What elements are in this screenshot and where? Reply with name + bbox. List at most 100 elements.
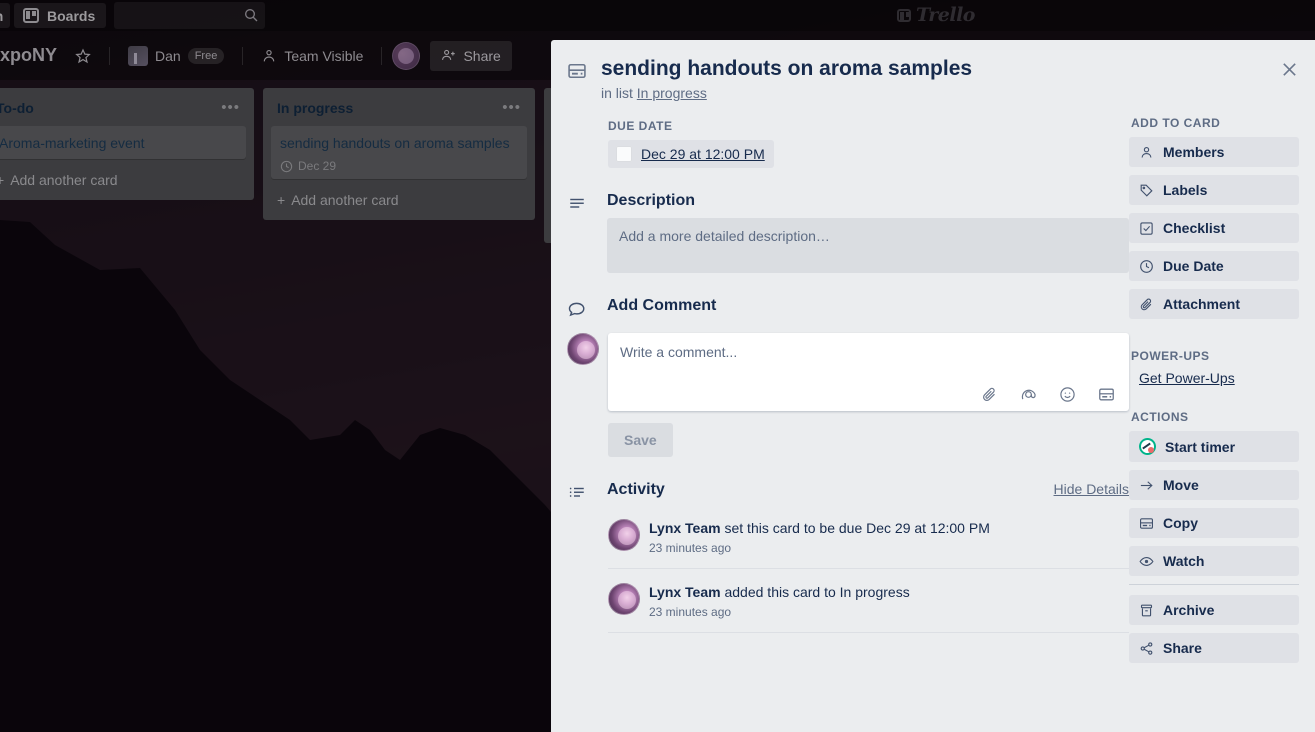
due-date-checkbox[interactable] [616, 146, 632, 162]
team-button[interactable]: Dan Free [120, 41, 232, 71]
get-powerups-link[interactable]: Get Power-Ups [1129, 370, 1235, 386]
card-detail-sidebar: ADD TO CARD Members Labels Checklist Due… [1129, 101, 1299, 671]
comment-composer: Write a comment... [567, 333, 1129, 411]
plus-icon: + [0, 172, 5, 188]
add-comment-section: Add Comment [567, 297, 1129, 323]
in-list-link[interactable]: In progress [637, 85, 707, 101]
trello-logo[interactable]: Trello [897, 4, 975, 26]
list-item[interactable]: Aroma-marketing event [0, 126, 246, 159]
avatar [567, 333, 599, 365]
emoji-icon[interactable] [1059, 386, 1076, 403]
list-title[interactable]: To-do [0, 100, 34, 116]
list-header: In progress ••• [271, 96, 527, 126]
sidebar-item-checklist[interactable]: Checklist [1129, 213, 1299, 243]
sidebar-item-attachment[interactable]: Attachment [1129, 289, 1299, 319]
boards-label: Boards [47, 7, 96, 24]
clock-icon [1140, 259, 1153, 273]
comment-toolbar [620, 386, 1117, 403]
sidebar-item-label: Move [1163, 477, 1199, 493]
share-label: Share [463, 47, 501, 64]
due-date-badge: Dec 29 [280, 159, 518, 173]
home-button[interactable]: n [0, 3, 10, 28]
member-icon [1141, 146, 1152, 158]
header-divider [109, 46, 111, 65]
card-icon [568, 63, 586, 79]
sidebar-item-share[interactable]: Share [1129, 633, 1299, 663]
activity-body: added this card to In progress [720, 584, 910, 600]
activity-timestamp: 23 minutes ago [649, 541, 732, 555]
list-title[interactable]: In progress [277, 100, 353, 116]
card-detail-panel: sending handouts on aroma samples in lis… [551, 40, 1315, 732]
add-card-button[interactable]: + Add another card [271, 187, 527, 212]
description-section: Description Add a more detailed descript… [567, 192, 1129, 273]
board-title[interactable]: ExpoNY [0, 45, 57, 66]
save-button[interactable]: Save [608, 423, 673, 457]
eye-icon [1139, 556, 1154, 566]
sidebar-item-label: Members [1163, 144, 1225, 160]
close-icon [1282, 62, 1296, 76]
sidebar-item-labels[interactable]: Labels [1129, 175, 1299, 205]
card-template-icon[interactable] [1098, 386, 1115, 403]
sidebar-item-watch[interactable]: Watch [1129, 546, 1299, 576]
activity-author[interactable]: Lynx Team [649, 584, 721, 600]
sidebar-item-members[interactable]: Members [1129, 137, 1299, 167]
share-button[interactable]: Share [430, 40, 512, 71]
ellipsis-icon[interactable]: ••• [502, 100, 521, 115]
label-tag-icon [1140, 184, 1153, 197]
trello-mark-icon [897, 8, 911, 22]
team-visible-icon [264, 49, 275, 61]
add-comment-title: Add Comment [607, 297, 717, 314]
due-date-text: Dec 29 [298, 159, 337, 173]
activity-text: Lynx Team added this card to In progress [649, 583, 910, 601]
avatar[interactable] [392, 41, 421, 70]
ellipsis-icon[interactable]: ••• [221, 100, 240, 115]
sidebar-item-label: Copy [1163, 515, 1198, 531]
header-divider [381, 46, 383, 65]
hide-details-button[interactable]: Hide Details [1054, 481, 1129, 497]
add-card-label: Add another card [291, 192, 399, 208]
plan-badge: Free [187, 47, 225, 64]
comment-input[interactable]: Write a comment... [608, 333, 1129, 411]
share-nodes-icon [1140, 641, 1153, 655]
card-icon [1140, 517, 1153, 529]
description-lines-icon [567, 195, 593, 273]
visibility-button[interactable]: Team Visible [253, 43, 371, 69]
sidebar-item-label: Checklist [1163, 220, 1226, 236]
visibility-label: Team Visible [284, 47, 364, 64]
page-title[interactable]: sending handouts on aroma samples [601, 56, 972, 81]
due-date-label: DUE DATE [608, 119, 673, 133]
list-item: Lynx Team added this card to In progress… [608, 569, 1129, 633]
search-box[interactable] [114, 2, 266, 29]
list-todo: To-do ••• Aroma-marketing event + Add an… [0, 88, 254, 200]
due-date-value[interactable]: Dec 29 at 12:00 PM [641, 146, 765, 162]
powerups-label: POWER-UPS [1131, 349, 1210, 363]
sidebar-item-archive[interactable]: Archive [1129, 595, 1299, 625]
activity-author[interactable]: Lynx Team [649, 520, 721, 536]
close-button[interactable] [1273, 53, 1305, 85]
sidebar-item-label: Archive [1163, 602, 1215, 618]
boards-button[interactable]: Boards [14, 3, 107, 28]
sidebar-item-due-date[interactable]: Due Date [1129, 251, 1299, 281]
sidebar-item-move[interactable]: Move [1129, 470, 1299, 500]
avatar [608, 519, 640, 551]
sidebar-item-copy[interactable]: Copy [1129, 508, 1299, 538]
due-date-pill[interactable]: Dec 29 at 12:00 PM [608, 140, 774, 168]
sidebar-item-label: Due Date [1163, 258, 1224, 274]
activity-body: set this card to be due Dec 29 at 12:00 … [720, 520, 990, 536]
archive-box-icon [1140, 604, 1153, 616]
share-person-icon [442, 49, 456, 60]
actions-label: ACTIONS [1131, 410, 1189, 424]
list-item[interactable]: sending handouts on aroma samples Dec 29 [271, 126, 527, 179]
paperclip-icon[interactable] [981, 386, 998, 403]
activity-timestamp: 23 minutes ago [649, 605, 732, 619]
description-input[interactable]: Add a more detailed description… [607, 218, 1129, 273]
sidebar-item-start-timer[interactable]: Start timer [1129, 431, 1299, 462]
add-card-button[interactable]: + Add another card [0, 167, 246, 192]
sidebar-item-label: Start timer [1165, 438, 1236, 455]
star-board-button[interactable] [67, 43, 99, 69]
search-icon [245, 9, 258, 22]
card-title: sending handouts on aroma samples [280, 135, 510, 151]
mention-at-icon[interactable] [1020, 386, 1037, 403]
sidebar-item-label: Share [1163, 640, 1202, 656]
add-card-label: Add another card [10, 172, 118, 188]
